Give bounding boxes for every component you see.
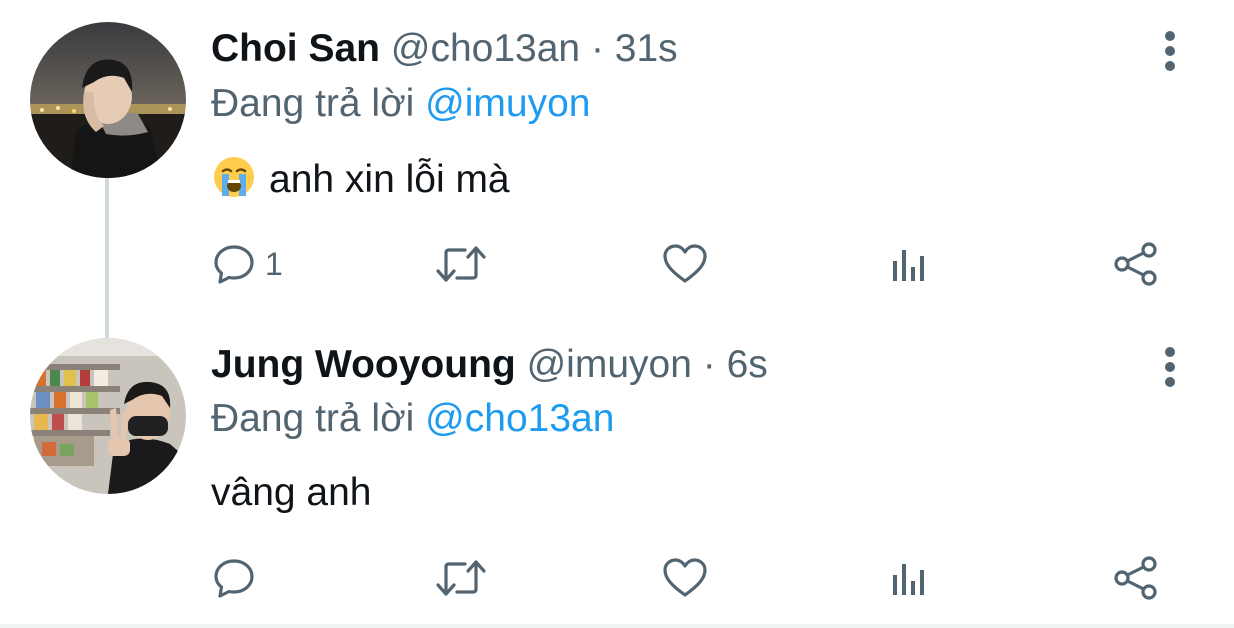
vertical-dots-icon	[1165, 347, 1175, 387]
display-name[interactable]: Choi San	[211, 27, 380, 70]
retweet-icon	[436, 246, 486, 282]
heart-icon	[663, 558, 707, 597]
views-button[interactable]	[887, 234, 931, 294]
display-name[interactable]: Jung Wooyoung	[211, 343, 516, 386]
share-button[interactable]	[1111, 548, 1161, 608]
share-icon	[1114, 242, 1157, 286]
vertical-dots-icon	[1165, 31, 1175, 71]
retweet-button[interactable]	[435, 548, 487, 608]
tweet-body: anh xin lỗi mà	[269, 158, 510, 201]
avatar[interactable]	[30, 22, 186, 178]
tweet-header: Choi San @cho13an · 31s	[211, 26, 678, 72]
reply-count: 1	[265, 245, 283, 282]
more-options-button[interactable]	[1150, 336, 1190, 396]
views-button[interactable]	[887, 548, 931, 608]
share-button[interactable]	[1111, 234, 1161, 294]
bar-chart-icon	[893, 564, 924, 595]
user-handle[interactable]: @cho13an	[391, 27, 580, 70]
replying-to: Đang trả lời @cho13an	[211, 396, 614, 442]
like-button[interactable]	[661, 234, 709, 294]
tweet[interactable]: Jung Wooyoung @imuyon · 6s Đang trả lời …	[0, 314, 1234, 626]
tweet-header: Jung Wooyoung @imuyon · 6s	[211, 342, 768, 388]
tweet-divider	[0, 624, 1234, 628]
speech-bubble-icon	[214, 245, 254, 284]
more-options-button[interactable]	[1150, 20, 1190, 80]
timestamp[interactable]: 31s	[615, 27, 678, 70]
timestamp[interactable]: 6s	[727, 343, 768, 386]
heart-icon	[663, 244, 707, 283]
reply-button[interactable]: 1	[211, 234, 283, 294]
loudly-crying-face-emoji-icon	[211, 154, 257, 200]
tweet-text: anh xin lỗi mà	[211, 154, 510, 203]
user-handle[interactable]: @imuyon	[527, 343, 692, 386]
tweet-text: vâng anh	[211, 470, 371, 516]
replying-to-label: Đang trả lời	[211, 397, 415, 440]
like-button[interactable]	[661, 548, 709, 608]
reply-button[interactable]	[211, 548, 265, 608]
bar-chart-icon	[893, 250, 924, 281]
avatar[interactable]	[30, 338, 186, 494]
tweet[interactable]: Choi San @cho13an · 31s Đang trả lời @im…	[0, 0, 1234, 314]
separator-dot: ·	[590, 27, 604, 70]
tweet-actions	[211, 548, 1191, 608]
reply-thread: Choi San @cho13an · 31s Đang trả lời @im…	[0, 0, 1234, 628]
mention-link[interactable]: @cho13an	[425, 397, 614, 440]
speech-bubble-icon	[214, 559, 254, 598]
share-icon	[1114, 556, 1157, 600]
separator-dot: ·	[702, 343, 716, 386]
replying-to: Đang trả lời @imuyon	[211, 81, 590, 127]
retweet-button[interactable]	[435, 234, 487, 294]
retweet-icon	[436, 560, 486, 596]
tweet-body: vâng anh	[211, 471, 372, 514]
mention-link[interactable]: @imuyon	[425, 82, 590, 125]
replying-to-label: Đang trả lời	[211, 82, 415, 125]
tweet-actions: 1	[211, 234, 1191, 294]
